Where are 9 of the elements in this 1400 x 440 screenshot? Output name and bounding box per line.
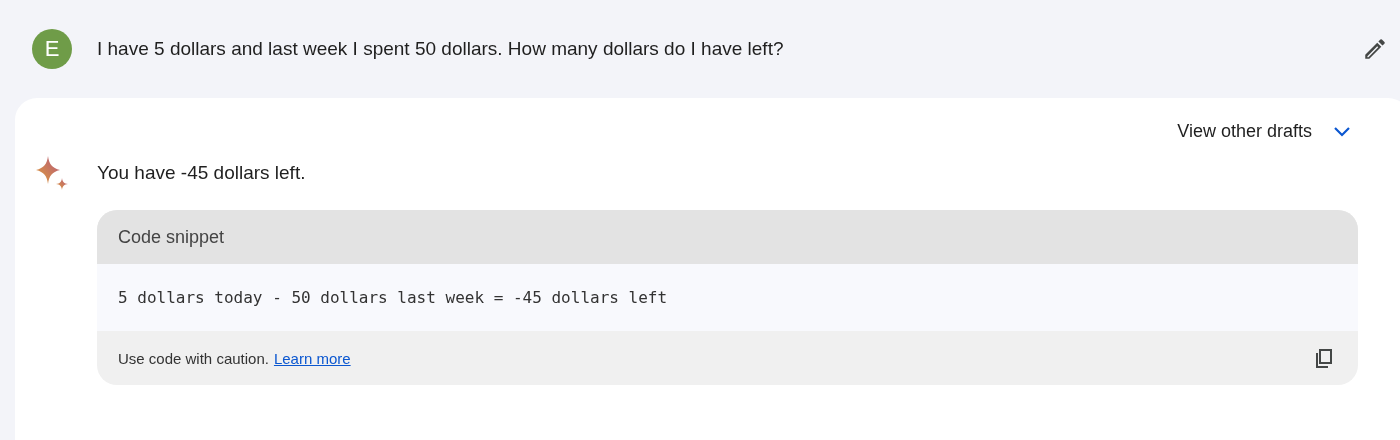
code-line: 5 dollars today - 50 dollars last week = -45 dollars left	[118, 288, 668, 307]
prompt-text: I have 5 dollars and last week I spent 50 dollars. How many dollars do I have left?	[97, 38, 785, 60]
response-text: You have -45 dollars left.	[97, 162, 307, 184]
code-snippet-title: Code snippet	[97, 210, 1358, 264]
view-drafts-button[interactable]: View other drafts	[1173, 116, 1358, 146]
edit-icon[interactable]	[1362, 36, 1388, 62]
caution-text: Use code with caution.	[118, 349, 269, 367]
user-avatar: E	[32, 29, 72, 69]
learn-more-link[interactable]: Learn more	[273, 349, 351, 367]
